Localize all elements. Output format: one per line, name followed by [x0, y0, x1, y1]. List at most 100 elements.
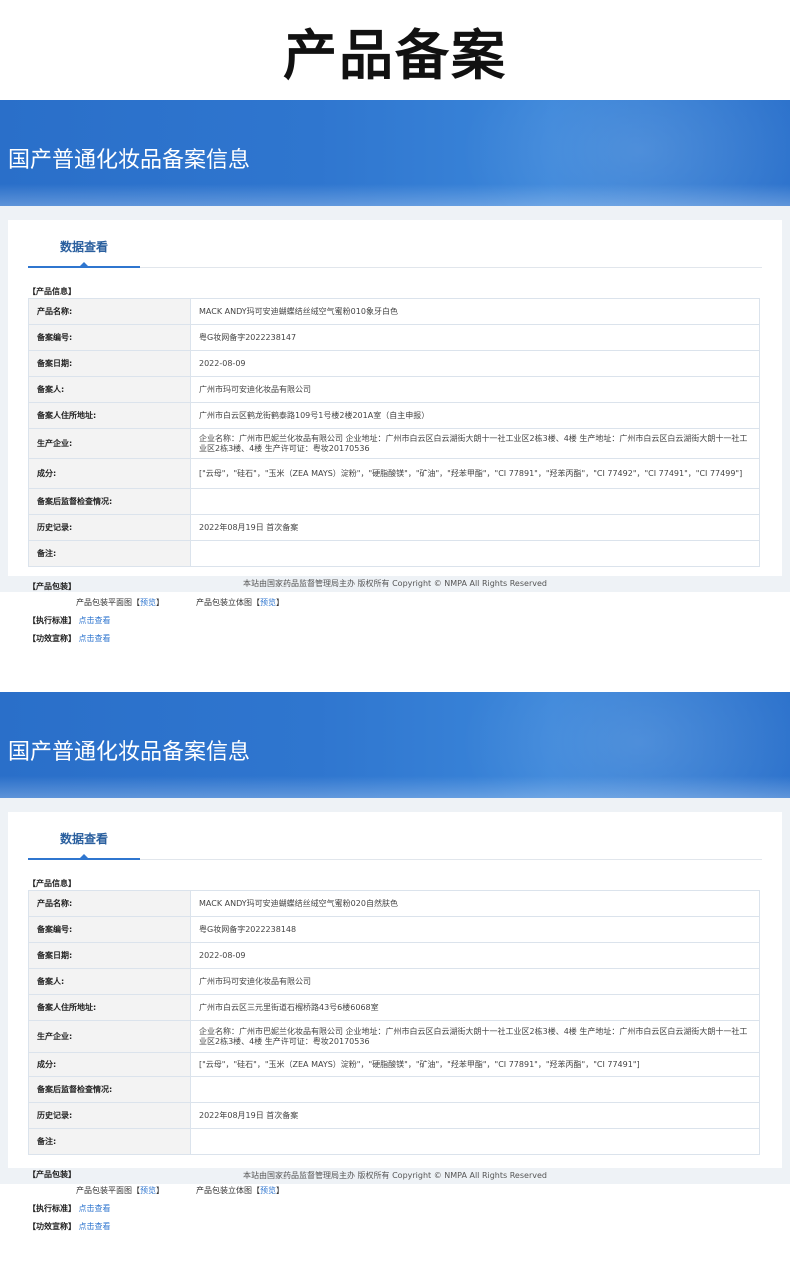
table-row: 备注: — [28, 540, 760, 567]
row-key: 备案编号: — [28, 324, 191, 351]
row-value: 广州市白云区三元里街道石榴桥路43号6楼6068室 — [190, 994, 760, 1021]
row-value — [190, 1076, 760, 1103]
package-3d-label: 产品包装立体图 — [196, 1186, 252, 1195]
tab-active-indicator — [28, 266, 140, 268]
row-value: 粤G妆网备字2022238148 — [190, 916, 760, 943]
row-value: 2022-08-09 — [190, 350, 760, 377]
row-value: MACK ANDY玛可安迪蝴蝶结丝绒空气蜜粉020自然肤色 — [190, 890, 760, 917]
row-key: 备案后监督检查情况: — [28, 1076, 191, 1103]
preview-flat-link[interactable]: 预览 — [140, 1186, 156, 1195]
package-row: 产品包装平面图【预览】 产品包装立体图【预览】 — [76, 598, 284, 607]
preview-3d-link[interactable]: 预览 — [260, 1186, 276, 1195]
content-area: 数据查看 【产品信息】 产品名称: MACK ANDY玛可安迪蝴蝶结丝绒空气蜜粉0… — [0, 798, 790, 1231]
row-value: 广州市玛可安迪化妆品有限公司 — [190, 968, 760, 995]
row-key: 产品名称: — [28, 890, 191, 917]
row-key: 产品名称: — [28, 298, 191, 325]
banner: 国产普通化妆品备案信息 — [0, 692, 790, 798]
standard-view-link[interactable]: 点击查看 — [79, 1204, 111, 1213]
row-key: 备案日期: — [28, 350, 191, 377]
product-info-table: 产品名称: MACK ANDY玛可安迪蝴蝶结丝绒空气蜜粉010象牙白色 备案编号:… — [28, 298, 760, 567]
row-key: 备案人住所地址: — [28, 402, 191, 429]
row-value: 粤G妆网备字2022238147 — [190, 324, 760, 351]
table-row: 备案编号: 粤G妆网备字2022238147 — [28, 324, 760, 351]
row-key: 备案人: — [28, 376, 191, 403]
row-value: 2022年08月19日 首次备案 — [190, 1102, 760, 1129]
content-card: 数据查看 【产品信息】 产品名称: MACK ANDY玛可安迪蝴蝶结丝绒空气蜜粉0… — [8, 220, 782, 643]
standard-row: 【执行标准】 点击查看 — [28, 615, 762, 627]
row-value — [190, 488, 760, 515]
page-title: 产品备案 — [0, 0, 790, 100]
table-row: 生产企业: 企业名称：广州市巴妮兰化妆品有限公司 企业地址：广州市白云区白云湖街大… — [28, 1020, 760, 1053]
table-row: 备案人住所地址: 广州市白云区三元里街道石榴桥路43号6楼6068室 — [28, 994, 760, 1021]
row-key: 生产企业: — [28, 428, 191, 459]
row-key: 备案后监督检查情况: — [28, 488, 191, 515]
tab-data-view[interactable]: 数据查看 — [28, 238, 140, 255]
banner-title: 国产普通化妆品备案信息 — [8, 148, 251, 173]
tab-bar: 数据查看 — [28, 812, 762, 860]
row-key: 备案日期: — [28, 942, 191, 969]
preview-3d-link[interactable]: 预览 — [260, 598, 276, 607]
standard-view-link[interactable]: 点击查看 — [79, 616, 111, 625]
preview-flat-link[interactable]: 预览 — [140, 598, 156, 607]
table-row: 产品名称: MACK ANDY玛可安迪蝴蝶结丝绒空气蜜粉020自然肤色 — [28, 890, 760, 917]
row-key: 备案人住所地址: — [28, 994, 191, 1021]
row-value: 广州市玛可安迪化妆品有限公司 — [190, 376, 760, 403]
product-info-label: 【产品信息】 — [28, 879, 76, 888]
table-row: 备注: — [28, 1128, 760, 1155]
product-info-label: 【产品信息】 — [28, 287, 76, 296]
caret-up-icon — [80, 262, 88, 266]
table-row: 备案后监督检查情况: — [28, 1076, 760, 1103]
standard-label: 【执行标准】 — [28, 616, 76, 625]
row-key: 备注: — [28, 1128, 191, 1155]
table-row: 备案人住所地址: 广州市白云区鹤龙街鹤泰路109号1号楼2楼201A室（自主申报） — [28, 402, 760, 429]
tab-bar: 数据查看 — [28, 220, 762, 268]
package-flat-label: 产品包装平面图 — [76, 598, 132, 607]
standard-row: 【执行标准】 点击查看 — [28, 1203, 762, 1215]
efficacy-view-link[interactable]: 点击查看 — [79, 634, 111, 643]
efficacy-row: 【功效宣称】 点击查看 — [28, 633, 762, 645]
table-row: 生产企业: 企业名称：广州市巴妮兰化妆品有限公司 企业地址：广州市白云区白云湖街大… — [28, 428, 760, 459]
table-row: 备案日期: 2022-08-09 — [28, 350, 760, 377]
content-card: 数据查看 【产品信息】 产品名称: MACK ANDY玛可安迪蝴蝶结丝绒空气蜜粉0… — [8, 812, 782, 1231]
efficacy-row: 【功效宣称】 点击查看 — [28, 1221, 762, 1233]
banner: 国产普通化妆品备案信息 — [0, 100, 790, 206]
tab-data-view[interactable]: 数据查看 — [28, 830, 140, 847]
record-panel: 国产普通化妆品备案信息 数据查看 【产品信息】 产品名称: MACK ANDY玛可… — [0, 692, 790, 1231]
row-value: 广州市白云区鹤龙街鹤泰路109号1号楼2楼201A室（自主申报） — [190, 402, 760, 429]
table-row: 历史记录: 2022年08月19日 首次备案 — [28, 514, 760, 541]
efficacy-label: 【功效宣称】 — [28, 1222, 76, 1231]
product-info-table: 产品名称: MACK ANDY玛可安迪蝴蝶结丝绒空气蜜粉020自然肤色 备案编号:… — [28, 890, 760, 1155]
record-panel: 国产普通化妆品备案信息 数据查看 【产品信息】 产品名称: MACK ANDY玛可… — [0, 100, 790, 643]
content-area: 数据查看 【产品信息】 产品名称: MACK ANDY玛可安迪蝴蝶结丝绒空气蜜粉0… — [0, 206, 790, 643]
package-3d-label: 产品包装立体图 — [196, 598, 252, 607]
table-row: 备案后监督检查情况: — [28, 488, 760, 515]
table-row: 备案人: 广州市玛可安迪化妆品有限公司 — [28, 968, 760, 995]
row-key: 历史记录: — [28, 514, 191, 541]
row-key: 生产企业: — [28, 1020, 191, 1053]
row-value: ["云母"，"硅石"，"玉米（ZEA MAYS）淀粉"，"硬脂酸镁"，"矿油"，… — [190, 1052, 760, 1077]
row-value: MACK ANDY玛可安迪蝴蝶结丝绒空气蜜粉010象牙白色 — [190, 298, 760, 325]
row-value: 企业名称：广州市巴妮兰化妆品有限公司 企业地址：广州市白云区白云湖街大朗十一社工… — [190, 428, 760, 459]
row-key: 备案人: — [28, 968, 191, 995]
row-key: 备案编号: — [28, 916, 191, 943]
table-row: 备案编号: 粤G妆网备字2022238148 — [28, 916, 760, 943]
package-flat-label: 产品包装平面图 — [76, 1186, 132, 1195]
efficacy-view-link[interactable]: 点击查看 — [79, 1222, 111, 1231]
table-row: 成分: ["云母"，"硅石"，"玉米（ZEA MAYS）淀粉"，"硬脂酸镁"，"矿… — [28, 1052, 760, 1077]
row-value: 2022-08-09 — [190, 942, 760, 969]
table-row: 产品名称: MACK ANDY玛可安迪蝴蝶结丝绒空气蜜粉010象牙白色 — [28, 298, 760, 325]
banner-title: 国产普通化妆品备案信息 — [8, 740, 251, 765]
package-row: 产品包装平面图【预览】 产品包装立体图【预览】 — [76, 1186, 284, 1195]
standard-label: 【执行标准】 — [28, 1204, 76, 1213]
row-value: 企业名称：广州市巴妮兰化妆品有限公司 企业地址：广州市白云区白云湖街大朗十一社工… — [190, 1020, 760, 1053]
row-value — [190, 1128, 760, 1155]
table-row: 成分: ["云母"，"硅石"，"玉米（ZEA MAYS）淀粉"，"硬脂酸镁"，"矿… — [28, 458, 760, 489]
tab-active-indicator — [28, 858, 140, 860]
package-label: 【产品包装】 — [28, 1170, 76, 1179]
row-key: 成分: — [28, 1052, 191, 1077]
row-value — [190, 540, 760, 567]
row-key: 成分: — [28, 458, 191, 489]
row-key: 备注: — [28, 540, 191, 567]
row-value: 2022年08月19日 首次备案 — [190, 514, 760, 541]
caret-up-icon — [80, 854, 88, 858]
